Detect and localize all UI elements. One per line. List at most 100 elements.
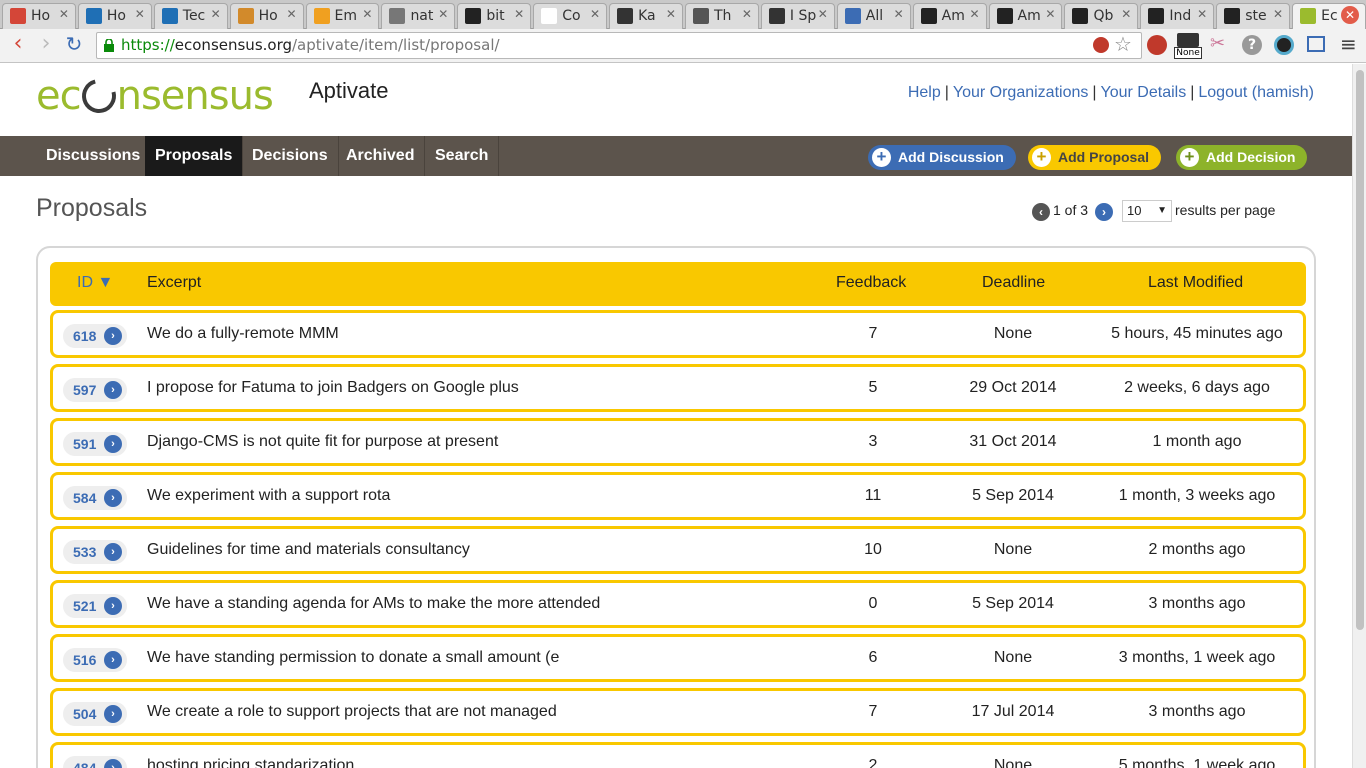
table-row[interactable]: 591 › Django-CMS is not quite fit for purp… — [50, 418, 1306, 466]
browser-tab[interactable]: I Sp ✕ — [760, 3, 835, 29]
close-tab-icon[interactable]: ✕ — [514, 7, 524, 21]
column-header-excerpt[interactable]: Excerpt — [147, 274, 201, 292]
your-organizations-link[interactable]: Your Organizations — [953, 84, 1089, 101]
column-header-id[interactable]: ID ▼ — [77, 274, 113, 292]
close-tab-icon[interactable]: ✕ — [59, 7, 69, 21]
proposal-excerpt[interactable]: Django-CMS is not quite fit for purpose … — [147, 433, 498, 451]
extension-badge[interactable]: None — [1174, 33, 1202, 59]
browser-tab[interactable]: Ho ✕ — [77, 3, 152, 29]
table-row[interactable]: 618 › We do a fully-remote MMM 7 None 5 hours… — [50, 310, 1306, 358]
close-tab-icon[interactable]: ✕ — [666, 7, 676, 21]
proposal-id-badge[interactable]: 504 › — [63, 702, 127, 726]
proposal-id-badge[interactable]: 591 › — [63, 432, 127, 456]
window-extension-icon[interactable] — [1307, 36, 1325, 52]
close-tab-icon[interactable]: ✕ — [894, 7, 904, 21]
tab-discussions[interactable]: Discussions — [36, 136, 152, 176]
menu-icon[interactable]: ≡ — [1340, 32, 1357, 56]
proposal-id-badge[interactable]: 516 › — [63, 648, 127, 672]
browser-tab[interactable]: Co ✕ — [533, 3, 608, 29]
browser-tab[interactable]: Ka ✕ — [609, 3, 683, 29]
browser-tab[interactable]: Tec ✕ — [153, 3, 228, 29]
proposal-id-badge[interactable]: 618 › — [63, 324, 127, 348]
help-extension-icon[interactable]: ? — [1242, 35, 1262, 55]
close-tab-icon[interactable]: ✕ — [1197, 7, 1207, 21]
scrollbar[interactable] — [1352, 64, 1366, 768]
proposal-id-badge[interactable]: 484 › — [63, 756, 127, 768]
browser-tab[interactable]: Am ✕ — [912, 3, 987, 29]
proposal-excerpt[interactable]: We have standing permission to donate a … — [147, 649, 559, 667]
browser-tab[interactable]: Em ✕ — [305, 3, 380, 29]
column-header-feedback[interactable]: Feedback — [836, 274, 906, 292]
table-row[interactable]: 533 › Guidelines for time and materials co… — [50, 526, 1306, 574]
close-tab-icon[interactable]: ✕ — [590, 7, 600, 21]
reload-icon[interactable]: ↻ — [62, 33, 86, 57]
close-tab-icon[interactable]: ✕ — [135, 7, 145, 21]
proposal-id-badge[interactable]: 597 › — [63, 378, 127, 402]
add-decision-button[interactable]: + Add Decision — [1176, 145, 1308, 170]
proposal-excerpt[interactable]: hosting pricing standarization — [147, 757, 354, 768]
proposal-id-badge[interactable]: 584 › — [63, 486, 127, 510]
browser-tab[interactable]: ste ✕ — [1216, 3, 1291, 29]
econsensus-logo[interactable]: ec nsensus — [36, 68, 274, 124]
proposal-id-badge[interactable]: 533 › — [63, 540, 127, 564]
browser-tab[interactable]: bit ✕ — [457, 3, 532, 29]
table-row[interactable]: 504 › We create a role to support projects… — [50, 688, 1306, 736]
help-link[interactable]: Help — [908, 84, 941, 101]
proposal-id-badge[interactable]: 521 › — [63, 594, 127, 618]
close-tab-icon[interactable]: ✕ — [969, 7, 979, 21]
scrollbar-thumb[interactable] — [1356, 70, 1364, 630]
forward-button[interactable]: › — [34, 33, 58, 57]
browser-tab[interactable]: Qb ✕ — [1064, 3, 1139, 29]
close-tab-icon[interactable]: ✕ — [1045, 7, 1055, 21]
table-row[interactable]: 584 › We experiment with a support rota 11 5… — [50, 472, 1306, 520]
proposal-excerpt[interactable]: Guidelines for time and materials consul… — [147, 541, 470, 559]
color-extension-icon[interactable] — [1274, 35, 1294, 55]
previous-page-icon[interactable]: ‹ — [1032, 203, 1050, 221]
browser-tab[interactable]: All ✕ — [836, 3, 911, 29]
tab-archived[interactable]: Archived — [336, 136, 426, 176]
close-tab-icon[interactable]: ✕ — [362, 7, 372, 21]
add-discussion-button[interactable]: + Add Discussion — [868, 145, 1016, 170]
stop-icon[interactable] — [1093, 37, 1109, 53]
add-proposal-button[interactable]: + Add Proposal — [1028, 145, 1162, 170]
table-row[interactable]: 484 › hosting pricing standarization 2 None 5… — [50, 742, 1306, 768]
back-button[interactable]: ‹ — [6, 33, 30, 57]
tab-search[interactable]: Search — [425, 136, 500, 176]
close-tab-icon[interactable]: ✕ — [438, 7, 448, 21]
column-header-last-modified[interactable]: Last Modified — [1148, 274, 1243, 292]
column-header-deadline[interactable]: Deadline — [982, 274, 1045, 292]
table-row[interactable]: 521 › We have a standing agenda for AMs to… — [50, 580, 1306, 628]
browser-tab[interactable]: Ind ✕ — [1140, 3, 1215, 29]
browser-tab[interactable]: Ho ✕ — [229, 3, 304, 29]
proposal-excerpt[interactable]: We create a role to support projects tha… — [147, 703, 557, 721]
next-page-icon[interactable]: › — [1095, 203, 1113, 221]
close-tab-icon[interactable]: ✕ — [742, 7, 752, 21]
browser-tab[interactable]: nat ✕ — [381, 3, 456, 29]
browser-tab[interactable]: Am ✕ — [988, 3, 1063, 29]
logout-link[interactable]: Logout (hamish) — [1198, 84, 1314, 101]
add-decision-label: Add Decision — [1206, 149, 1296, 165]
your-details-link[interactable]: Your Details — [1101, 84, 1187, 101]
close-tab-icon[interactable]: ✕ — [1273, 7, 1283, 21]
browser-tab[interactable]: Ho ✕ — [2, 3, 76, 29]
close-tab-icon[interactable]: ✕ — [1121, 7, 1131, 21]
table-row[interactable]: 516 › We have standing permission to donat… — [50, 634, 1306, 682]
close-tab-icon[interactable]: ✕ — [211, 7, 221, 21]
browser-tab[interactable]: Th ✕ — [685, 3, 759, 29]
adblock-icon[interactable] — [1147, 35, 1167, 55]
proposal-excerpt[interactable]: We do a fully-remote MMM — [147, 325, 339, 343]
tab-decisions[interactable]: Decisions — [242, 136, 339, 176]
address-bar[interactable]: https://econsensus.org/aptivate/item/lis… — [96, 32, 1142, 59]
browser-tab[interactable]: Ec ✕ — [1292, 3, 1366, 29]
scissors-icon[interactable]: ✂ — [1210, 33, 1225, 54]
bookmark-star-icon[interactable]: ☆ — [1114, 32, 1132, 56]
close-tab-icon[interactable]: ✕ — [1340, 6, 1359, 24]
close-tab-icon[interactable]: ✕ — [286, 7, 296, 21]
results-per-page-select[interactable]: 10 ▼ — [1122, 200, 1172, 222]
tab-proposals[interactable]: Proposals — [145, 136, 244, 176]
proposal-excerpt[interactable]: We have a standing agenda for AMs to mak… — [147, 595, 600, 613]
table-row[interactable]: 597 › I propose for Fatuma to join Badgers… — [50, 364, 1306, 412]
proposal-excerpt[interactable]: We experiment with a support rota — [147, 487, 390, 505]
proposal-excerpt[interactable]: I propose for Fatuma to join Badgers on … — [147, 379, 519, 397]
close-tab-icon[interactable]: ✕ — [818, 7, 828, 21]
